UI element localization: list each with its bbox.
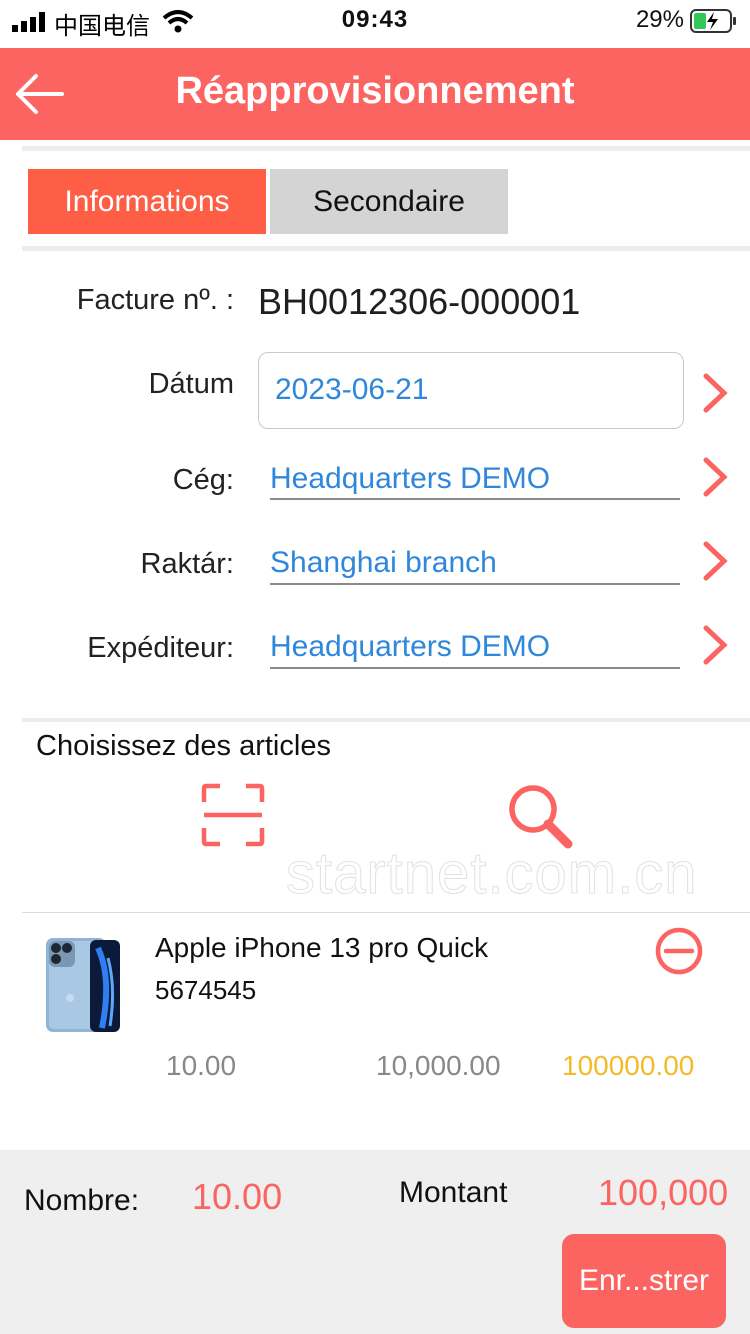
amount-value: 100,000 <box>598 1172 729 1213</box>
date-field[interactable]: 2023-06-21 <box>258 352 684 429</box>
page-title: Réapprovisionnement <box>175 70 575 112</box>
watermark: startnet.com.cn <box>285 841 698 907</box>
chevron-right-icon[interactable] <box>700 624 730 666</box>
divider <box>22 146 750 151</box>
product-name: Apple iPhone 13 pro Quick <box>155 932 489 963</box>
invoice-label: Facture nº. : <box>76 284 234 316</box>
warehouse-label: Raktár: <box>140 548 234 580</box>
battery-percent: 29% <box>635 6 684 33</box>
tab-secondaire[interactable]: Secondaire <box>270 169 508 234</box>
app-header: Réapprovisionnement <box>0 48 750 140</box>
date-value: 2023-06-21 <box>275 373 429 406</box>
warehouse-field[interactable]: Shanghai branch <box>270 546 497 580</box>
shipper-label: Expéditeur: <box>87 632 234 664</box>
warehouse-underline <box>270 583 680 585</box>
company-field[interactable]: Headquarters DEMO <box>270 462 550 496</box>
count-label: Nombre: <box>24 1184 140 1217</box>
divider <box>22 718 750 722</box>
scan-icon[interactable] <box>200 782 266 848</box>
company-underline <box>270 498 680 500</box>
product-code: 5674545 <box>155 975 257 1005</box>
chevron-right-icon[interactable] <box>700 372 730 414</box>
tab-informations[interactable]: Informations <box>28 169 266 234</box>
product-image <box>46 938 120 1032</box>
status-bar: 中国电信 09:43 29% <box>0 0 750 48</box>
remove-circle-icon[interactable] <box>654 926 704 976</box>
item-total: 100000.00 <box>562 1050 695 1081</box>
shipper-field[interactable]: Headquarters DEMO <box>270 630 550 664</box>
item-price[interactable]: 10,000.00 <box>376 1050 501 1082</box>
chevron-right-icon[interactable] <box>700 540 730 582</box>
battery-icon <box>690 9 736 33</box>
save-button[interactable]: Enr...strer <box>562 1234 726 1328</box>
divider <box>22 246 750 251</box>
articles-section-title: Choisissez des articles <box>36 730 331 762</box>
company-label: Cég: <box>172 464 234 496</box>
chevron-right-icon[interactable] <box>700 456 730 498</box>
item-quantity[interactable]: 10.00 <box>166 1050 236 1082</box>
amount-label: Montant <box>399 1176 508 1209</box>
date-label: Dátum <box>148 368 234 400</box>
count-value: 10.00 <box>192 1176 283 1217</box>
shipper-underline <box>270 667 680 669</box>
invoice-number: BH0012306-000001 <box>258 281 581 322</box>
